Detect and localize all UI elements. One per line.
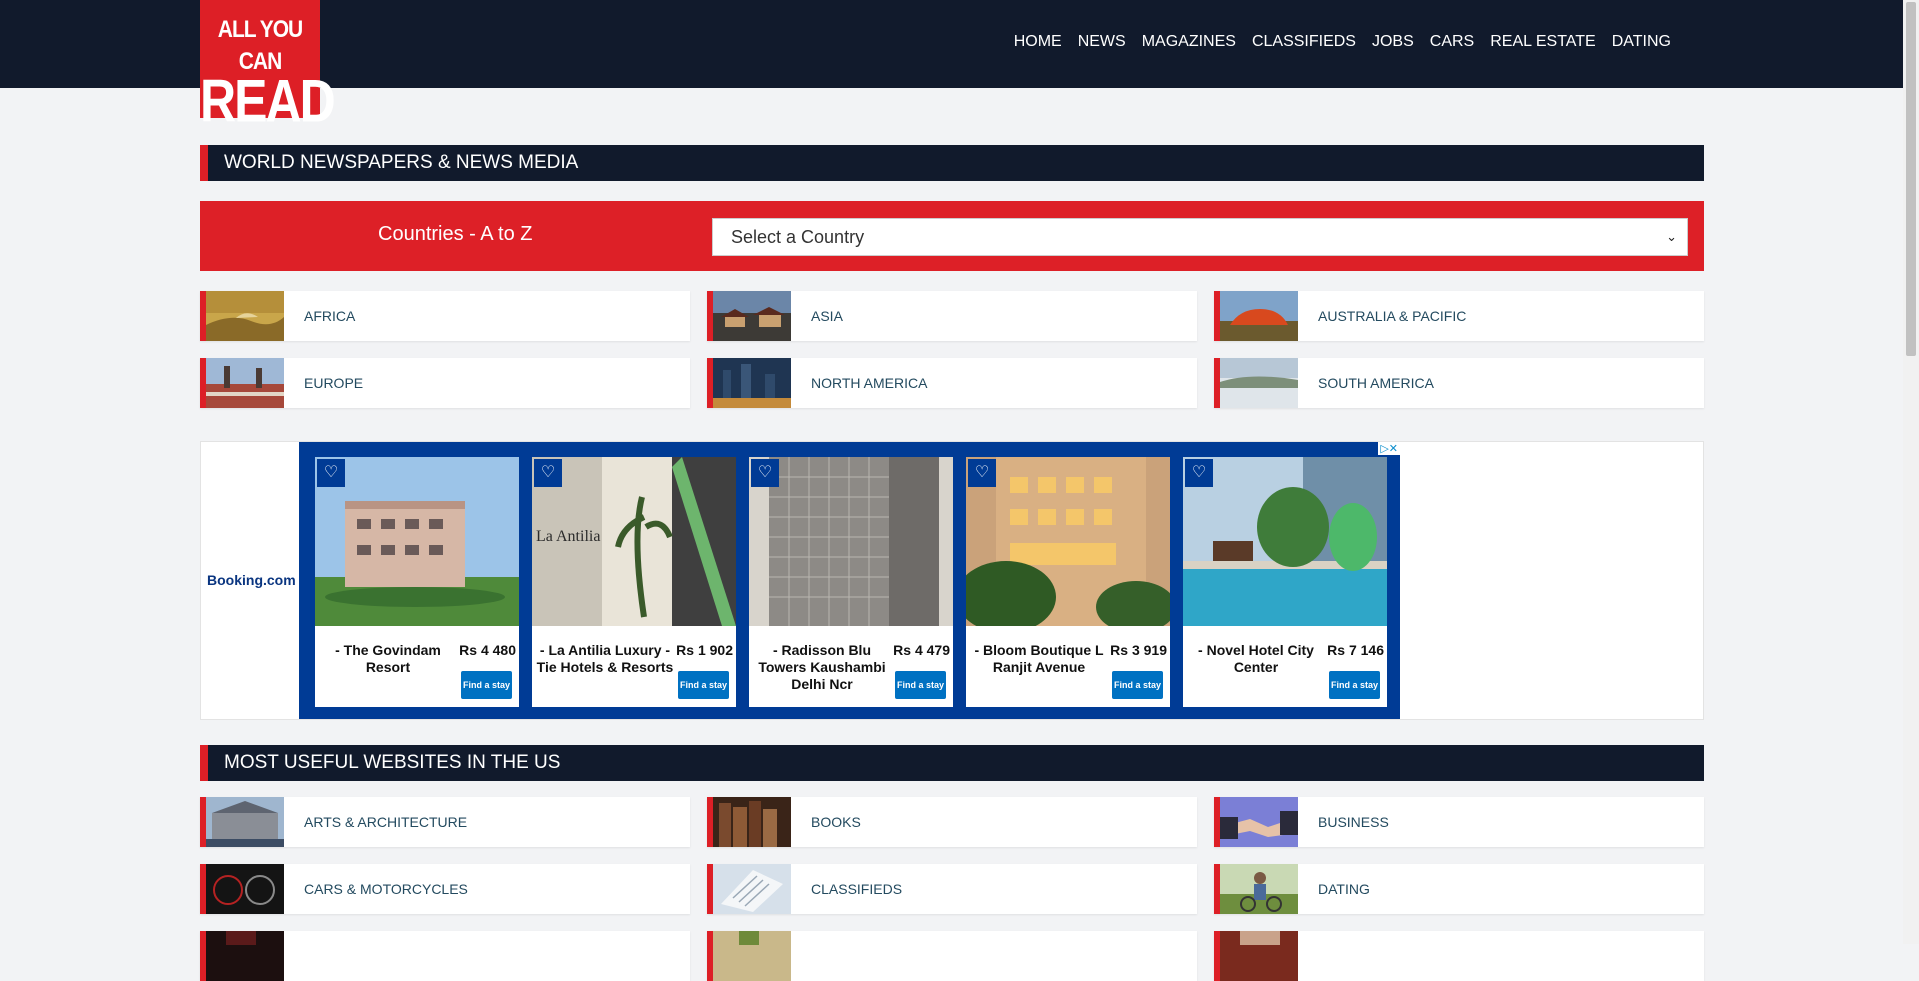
svg-text:La Antilia: La Antilia (536, 528, 600, 545)
heart-icon[interactable]: ♡ (534, 459, 562, 487)
booking-ad-banner[interactable]: Booking.com ▷✕ ♡ - The Govindam Resort R… (200, 441, 1704, 720)
find-a-stay-button[interactable]: Find a stay (461, 671, 512, 699)
region-card-asia[interactable]: ASIA (707, 291, 1197, 341)
nav-jobs[interactable]: JOBS (1372, 33, 1414, 51)
heart-icon[interactable]: ♡ (751, 459, 779, 487)
find-a-stay-button[interactable]: Find a stay (1329, 671, 1380, 699)
category-card-dating[interactable]: DATING (1214, 864, 1704, 914)
africa-photo (206, 291, 284, 341)
category-card-business[interactable]: BUSINESS (1214, 797, 1704, 847)
south-america-photo (1220, 358, 1298, 408)
adchoices-icon[interactable]: ▷✕ (1378, 442, 1400, 455)
hotel-price: Rs 3 919 (1110, 642, 1167, 658)
region-label: SOUTH AMERICA (1318, 375, 1434, 391)
category-card-arts-architecture[interactable]: ARTS & ARCHITECTURE (200, 797, 690, 847)
hotel-price: Rs 4 479 (893, 642, 950, 658)
region-card-north-america[interactable]: NORTH AMERICA (707, 358, 1197, 408)
category-label: CARS & MOTORCYCLES (304, 881, 468, 897)
hotel-photo: La Antilia (532, 457, 736, 626)
logo-line2: READ (200, 67, 336, 135)
asia-photo (713, 291, 791, 341)
category-card-partial[interactable] (707, 931, 1197, 981)
site-logo[interactable]: ALL YOU CAN READ (200, 0, 336, 133)
books-photo (713, 797, 791, 847)
category-card-partial[interactable] (1214, 931, 1704, 981)
find-a-stay-button[interactable]: Find a stay (678, 671, 729, 699)
country-select-value: Select a Country (731, 227, 865, 247)
region-label: NORTH AMERICA (811, 375, 928, 391)
heart-icon[interactable]: ♡ (317, 459, 345, 487)
hotel-photo (966, 457, 1170, 626)
category-photo (1220, 931, 1298, 981)
nav-classifieds[interactable]: CLASSIFIEDS (1252, 33, 1356, 51)
hotel-card[interactable]: ♡ - Radisson Blu Towers Kaushambi Delhi … (749, 457, 953, 707)
countries-label: Countries - A to Z (378, 223, 533, 245)
dating-photo (1220, 864, 1298, 914)
region-label: EUROPE (304, 375, 364, 391)
hotel-card[interactable]: La Antilia ♡ - La Antilia Luxury - Tie H… (532, 457, 736, 707)
scrollbar-thumb[interactable] (1906, 2, 1916, 356)
business-photo (1220, 797, 1298, 847)
north-america-photo (713, 358, 791, 408)
chevron-down-icon: ⌄ (1666, 229, 1677, 244)
find-a-stay-button[interactable]: Find a stay (895, 671, 946, 699)
nav-real-estate[interactable]: REAL ESTATE (1490, 33, 1596, 51)
page-scrollbar[interactable] (1903, 0, 1919, 944)
hotel-name: - La Antilia Luxury - Tie Hotels & Resor… (536, 642, 674, 675)
hotel-photo (1183, 457, 1387, 626)
nav-dating[interactable]: DATING (1612, 33, 1671, 51)
section-title-useful-websites: MOST USEFUL WEBSITES IN THE US (200, 745, 1704, 781)
region-card-south-america[interactable]: SOUTH AMERICA (1214, 358, 1704, 408)
section-title-world-news: WORLD NEWSPAPERS & NEWS MEDIA (200, 145, 1704, 181)
hotel-price: Rs 7 146 (1327, 642, 1384, 658)
region-label: AUSTRALIA & PACIFIC (1318, 308, 1467, 324)
hotel-name: - Radisson Blu Towers Kaushambi Delhi Nc… (758, 642, 886, 692)
category-card-cars-motorcycles[interactable]: CARS & MOTORCYCLES (200, 864, 690, 914)
find-a-stay-button[interactable]: Find a stay (1112, 671, 1163, 699)
arts-architecture-photo (206, 797, 284, 847)
hotel-price: Rs 4 480 (459, 642, 516, 658)
europe-photo (206, 358, 284, 408)
category-card-books[interactable]: BOOKS (707, 797, 1197, 847)
hotel-photo (749, 457, 953, 626)
region-card-europe[interactable]: EUROPE (200, 358, 690, 408)
main-nav: HOME NEWS MAGAZINES CLASSIFIEDS JOBS CAR… (1014, 33, 1671, 51)
hotel-name: - The Govindam Resort (335, 642, 441, 675)
booking-side-panel: Booking.com (201, 442, 299, 719)
nav-cars[interactable]: CARS (1430, 33, 1474, 51)
hotel-name: - Novel Hotel City Center (1198, 642, 1314, 675)
ad-hotel-strip: ▷✕ ♡ - The Govindam Resort Rs 4 480 Find… (299, 442, 1400, 719)
hotel-card[interactable]: ♡ - The Govindam Resort Rs 4 480 Find a … (315, 457, 519, 707)
heart-icon[interactable]: ♡ (1185, 459, 1213, 487)
hotel-name: - Bloom Boutique L Ranjit Avenue (974, 642, 1104, 675)
category-photo (206, 931, 284, 981)
hotel-photo (315, 457, 519, 626)
category-label: DATING (1318, 881, 1370, 897)
hotel-price: Rs 1 902 (676, 642, 733, 658)
nav-magazines[interactable]: MAGAZINES (1142, 33, 1236, 51)
category-label: BOOKS (811, 814, 861, 830)
category-photo (713, 931, 791, 981)
category-label: BUSINESS (1318, 814, 1389, 830)
cars-motorcycles-photo (206, 864, 284, 914)
region-label: AFRICA (304, 308, 356, 324)
category-card-classifieds[interactable]: CLASSIFIEDS (707, 864, 1197, 914)
nav-home[interactable]: HOME (1014, 33, 1062, 51)
hotel-card[interactable]: ♡ - Bloom Boutique L Ranjit Avenue Rs 3 … (966, 457, 1170, 707)
category-label: ARTS & ARCHITECTURE (304, 814, 468, 830)
classifieds-photo (713, 864, 791, 914)
country-selector-bar: Countries - A to Z Select a Country ⌄ (200, 201, 1704, 271)
nav-news[interactable]: NEWS (1078, 33, 1126, 51)
region-card-australia-pacific[interactable]: AUSTRALIA & PACIFIC (1214, 291, 1704, 341)
hotel-card[interactable]: ♡ - Novel Hotel City Center Rs 7 146 Fin… (1183, 457, 1387, 707)
australia-photo (1220, 291, 1298, 341)
heart-icon[interactable]: ♡ (968, 459, 996, 487)
region-card-africa[interactable]: AFRICA (200, 291, 690, 341)
category-label: CLASSIFIEDS (811, 881, 903, 897)
region-label: ASIA (811, 308, 843, 324)
category-card-partial[interactable] (200, 931, 690, 981)
country-select[interactable]: Select a Country ⌄ (712, 218, 1688, 256)
booking-logo: Booking.com (207, 572, 296, 588)
